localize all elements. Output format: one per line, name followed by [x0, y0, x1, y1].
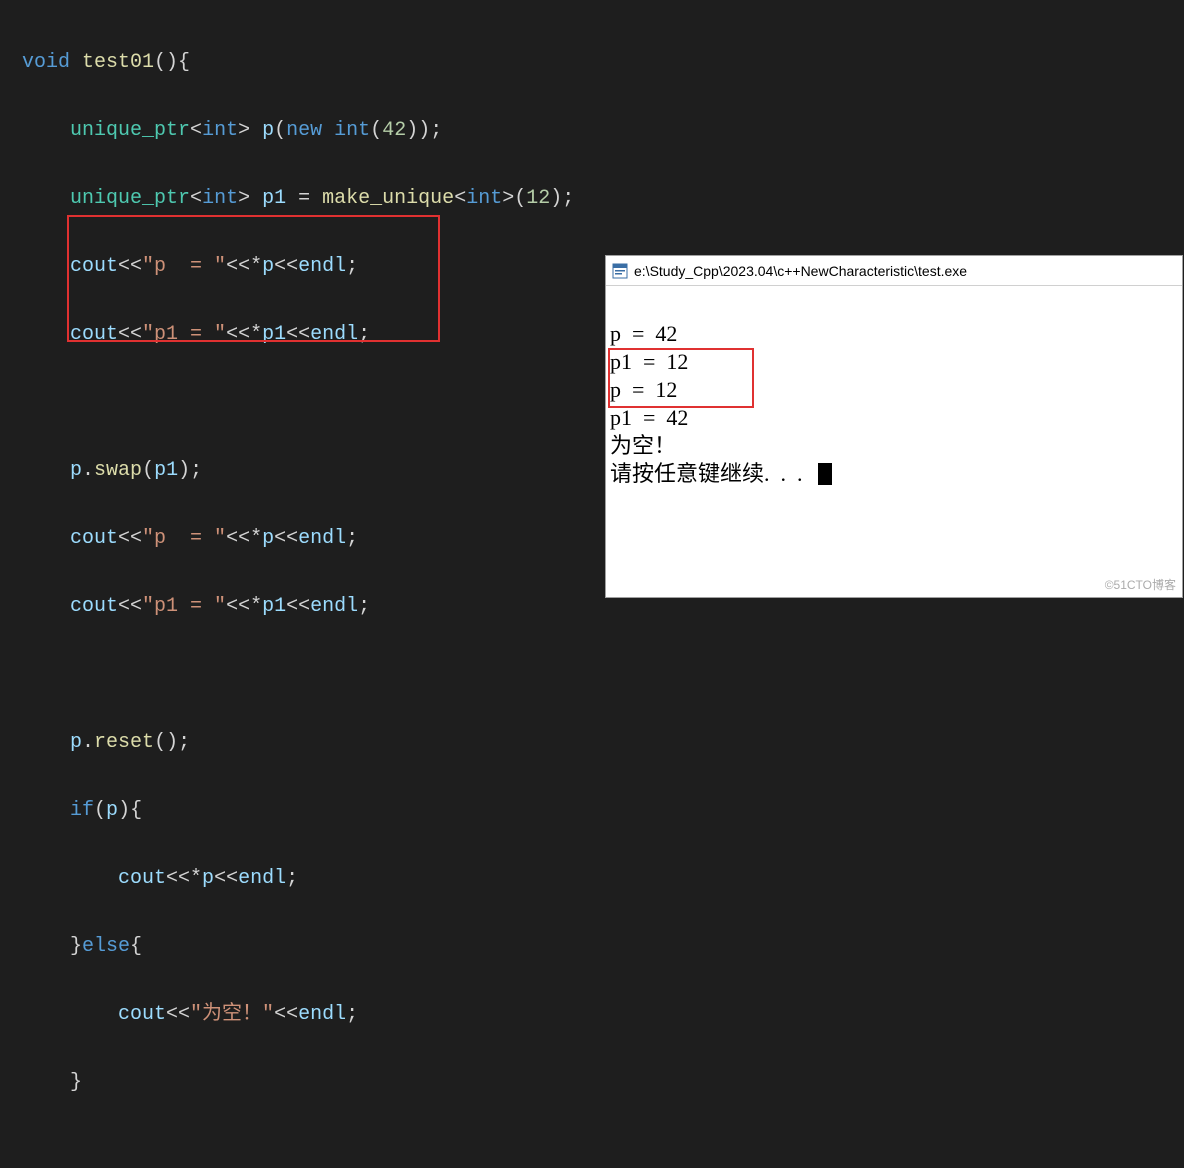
keyword-void: void — [22, 51, 70, 74]
console-output: p = 42 p1 = 12 p = 12 p1 = 42 为空！ 请按任意键继… — [606, 286, 1182, 597]
watermark: ©51CTO博客 — [1105, 576, 1176, 593]
console-line: 为空！ — [610, 433, 676, 458]
function-name: test01 — [82, 51, 154, 74]
console-app-icon — [612, 263, 628, 279]
console-line: p = 12 — [610, 377, 677, 402]
console-titlebar[interactable]: e:\Study_Cpp\2023.04\c++NewCharacteristi… — [606, 256, 1182, 286]
console-cursor — [818, 463, 832, 485]
code-line: cout<<*p<<endl; — [22, 862, 1184, 896]
code-line: if(p){ — [22, 794, 1184, 828]
code-line: p.reset(); — [22, 726, 1184, 760]
code-line: unique_ptr<int> p1 = make_unique<int>(12… — [22, 182, 1184, 216]
code-line: unique_ptr<int> p(new int(42)); — [22, 114, 1184, 148]
console-line: p = 42 — [610, 321, 677, 346]
code-line: }else{ — [22, 930, 1184, 964]
console-title-text: e:\Study_Cpp\2023.04\c++NewCharacteristi… — [634, 263, 967, 279]
console-line: p1 = 42 — [610, 405, 688, 430]
code-line: } — [22, 1066, 1184, 1100]
console-line: 请按任意键继续. . . — [610, 461, 814, 486]
code-line: cout<<"为空！"<<endl; — [22, 998, 1184, 1032]
code-line: void test01(){ — [22, 46, 1184, 80]
console-line: p1 = 12 — [610, 349, 688, 374]
console-window[interactable]: e:\Study_Cpp\2023.04\c++NewCharacteristi… — [605, 255, 1183, 598]
code-blank-line — [22, 658, 1184, 692]
